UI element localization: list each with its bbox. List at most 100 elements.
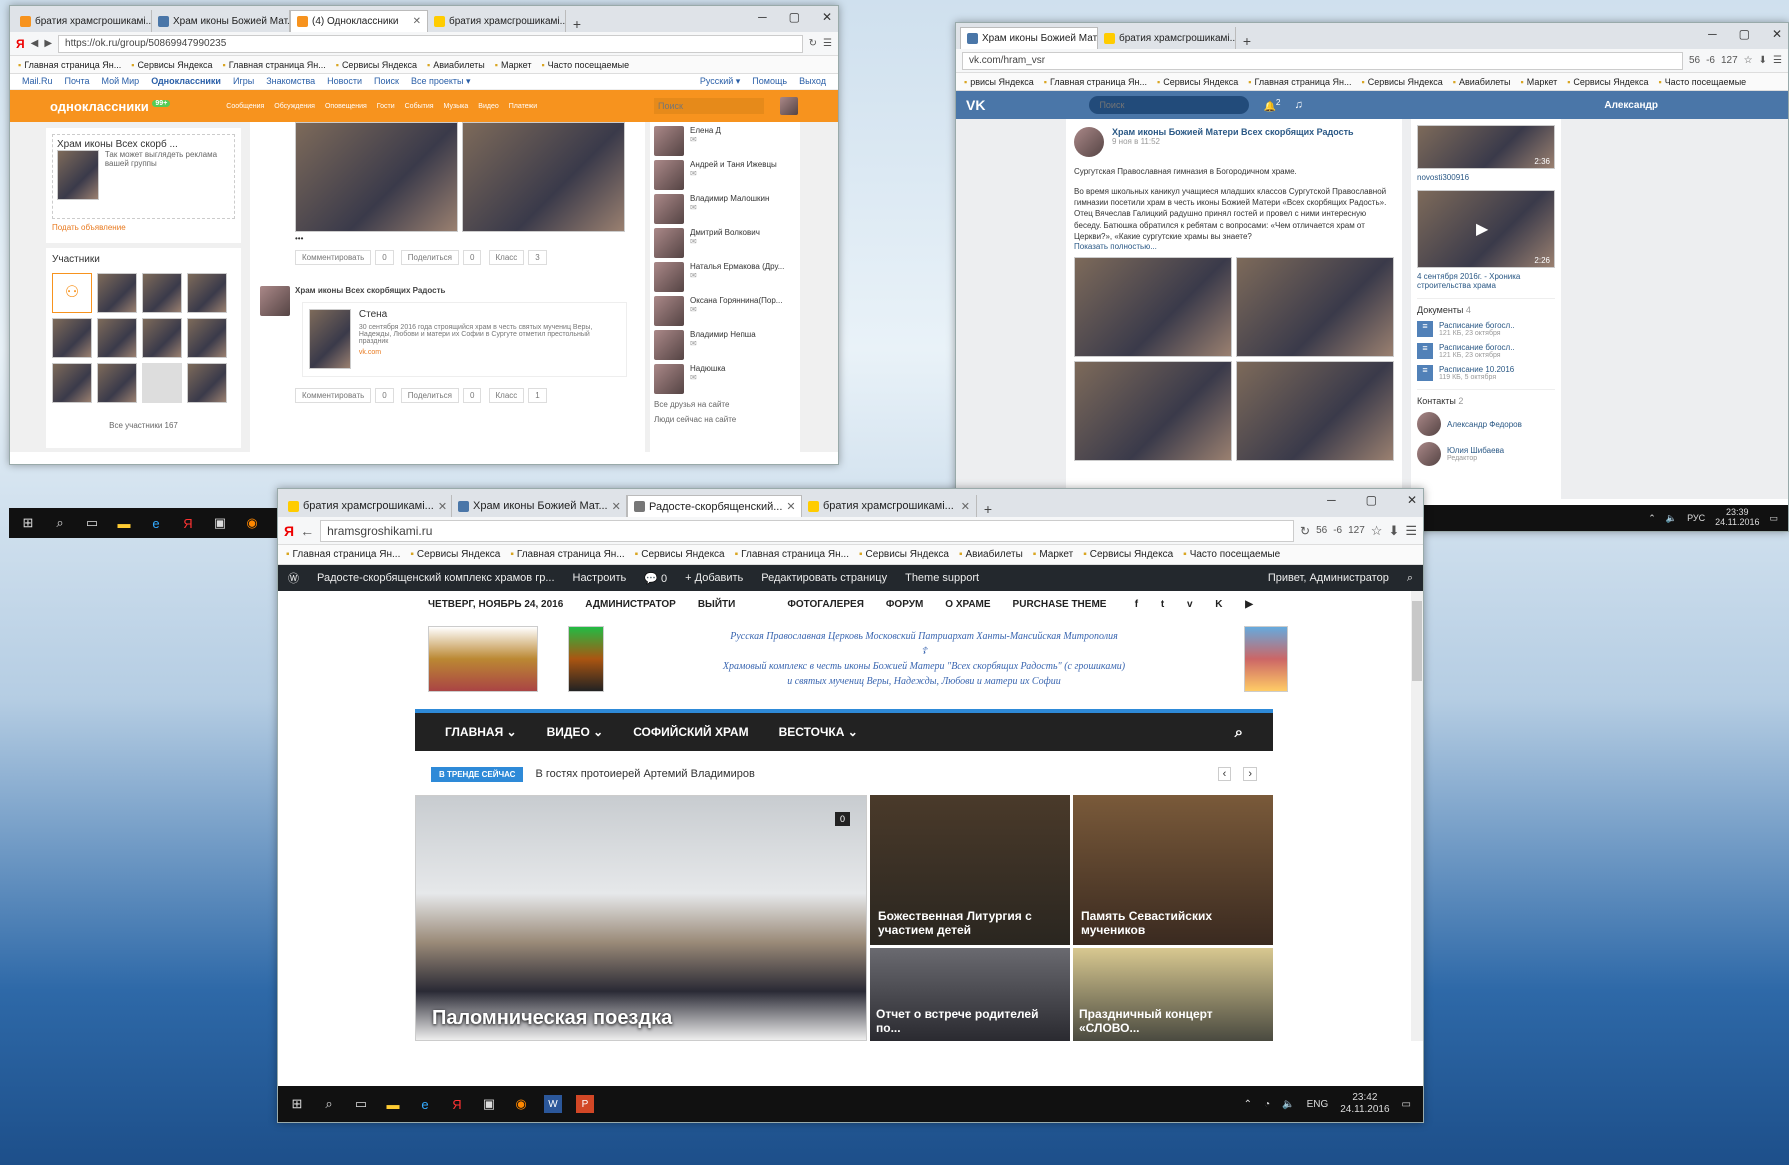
bookmark-item[interactable]: Авиабилеты [427,60,485,70]
notifications-counter[interactable]: 127 [1348,525,1365,536]
music-icon[interactable]: ♫ [1295,99,1303,111]
member-avatar[interactable] [142,318,182,358]
menu-messages[interactable]: Сообщения [226,103,264,110]
logout-link[interactable]: ВЫЙТИ [698,599,736,610]
task-view-icon[interactable]: ▭ [83,514,101,532]
bookmark-item[interactable]: Главная страница Ян... [1248,77,1351,87]
bookmark-item[interactable]: Авиабилеты [1453,77,1511,87]
close-tab-icon[interactable]: ✕ [786,500,795,513]
play-icon[interactable]: ▶ [1476,219,1488,239]
action-center-icon[interactable]: ▭ [1769,513,1778,524]
comment-button[interactable]: Комментировать [295,250,372,265]
member-avatar[interactable] [97,273,137,313]
minimize-icon[interactable]: ─ [1327,493,1336,507]
show-more-link[interactable]: Показать полностью... [1074,242,1394,251]
search-icon[interactable]: ⌕ [1407,572,1413,585]
edge-icon[interactable]: e [147,514,165,532]
nav-gallery[interactable]: ФОТОГАЛЕРЕЯ [787,599,864,610]
download-icon[interactable]: ⬇ [1388,523,1399,539]
nav-link[interactable]: Mail.Ru [22,76,53,87]
menu-icon[interactable]: ☰ [1773,55,1782,66]
scrollbar[interactable] [1411,591,1423,1041]
docs-title[interactable]: Документы [1417,305,1463,315]
bookmark-item[interactable]: Маркет [495,60,531,70]
tray-time[interactable]: 23:42 [1352,1092,1377,1103]
task-view-icon[interactable]: ▭ [352,1095,370,1113]
post-card-title[interactable]: Память Севастийских мучеников [1081,909,1265,937]
word-icon[interactable]: W [544,1095,562,1113]
bookmark-item[interactable]: Авиабилеты [959,549,1022,560]
post-card-title[interactable]: Божественная Литургия с участием детей [878,909,1062,937]
member-avatar[interactable] [97,318,137,358]
admin-user-link[interactable]: АДМИНИСТРАТОР [585,599,676,610]
bookmark-item[interactable]: Главная страница Ян... [223,60,326,70]
tab-ok-2[interactable]: Храм иконы Божией Мат...✕ [152,10,290,32]
menu-events[interactable]: События [405,103,434,110]
member-avatar[interactable] [187,273,227,313]
back-icon[interactable]: ◀ [31,38,39,49]
hero-post[interactable]: 0 Паломническая поездка [415,795,867,1041]
nav-sofia[interactable]: СОФИЙСКИЙ ХРАМ [633,725,748,739]
nav-news[interactable]: ВЕСТОЧКА ⌄ [779,725,858,739]
bookmark-item[interactable]: Сервисы Яндекса [635,549,724,560]
friend-name[interactable]: Надюшка [690,364,725,373]
menu-discussions[interactable]: Обсуждения [274,103,315,110]
wordpress-logo-icon[interactable]: Ⓦ [288,570,299,586]
post-card-title[interactable]: Праздничный концерт «СЛОВО... [1079,1007,1267,1035]
doc-name[interactable]: Расписание богосл.. [1439,343,1515,352]
video-title[interactable]: 4 сентября 2016г. - Хроника строительств… [1417,272,1555,290]
nav-home[interactable]: ГЛАВНАЯ ⌄ [445,725,517,739]
nav-link[interactable]: Игры [233,76,254,87]
prev-arrow-icon[interactable]: ‹ [1217,767,1232,781]
bookmark-item[interactable]: Часто посещаемые [1658,77,1747,87]
back-icon[interactable]: ← [300,523,314,539]
ad-title[interactable]: Храм иконы Всех скорб ... [57,139,230,150]
friends-all-link[interactable]: Все друзья на сайте [654,400,796,409]
close-window-icon[interactable]: ✕ [822,10,832,24]
nav-forum[interactable]: ФОРУМ [886,599,923,610]
video-title[interactable]: novosti300916 [1417,173,1555,182]
bookmark-item[interactable]: Часто посещаемые [541,60,630,70]
bell-icon[interactable]: 🔔2 [1263,97,1280,112]
menu-guests[interactable]: Гости [377,103,395,110]
friend-avatar[interactable] [654,126,684,156]
post-author[interactable]: Храм иконы Всех скорбящих Радость [295,286,445,295]
friend-name[interactable]: Дмитрий Волкович [690,228,760,237]
maximize-icon[interactable]: ▢ [789,10,800,24]
post-card[interactable]: Отчет о встрече родителей по... [870,948,1070,1041]
tray-date[interactable]: 24.11.2016 [1715,517,1759,527]
message-icon[interactable]: ✉ [690,305,782,314]
nav-link[interactable]: Почта [65,76,90,87]
social-icons[interactable]: f t v K ▶ [1135,599,1263,610]
minimize-icon[interactable]: ─ [758,10,767,24]
admin-customize[interactable]: Настроить [573,572,627,584]
post-photo[interactable] [295,122,458,232]
admin-comments[interactable]: 💬 0 [644,572,667,585]
friend-name[interactable]: Андрей и Таня Ижевцы [690,160,777,169]
friend-avatar[interactable] [654,296,684,326]
action-center-icon[interactable]: ▭ [1402,1099,1411,1110]
hero-title[interactable]: Паломническая поездка [432,1007,672,1030]
friend-name[interactable]: Наталья Ермакова (Дру... [690,262,784,271]
member-avatar[interactable] [187,318,227,358]
contact-name[interactable]: Юлия Шибаева [1447,446,1504,455]
contact-avatar[interactable] [1417,442,1441,466]
admin-add-new[interactable]: + Добавить [685,572,743,584]
message-icon[interactable]: ✉ [690,271,784,280]
message-icon[interactable]: ✉ [690,339,756,348]
friend-name[interactable]: Владимир Непша [690,330,756,339]
share-button[interactable]: Поделиться [400,250,459,265]
bookmark-item[interactable]: Сервисы Яндекса [859,549,949,560]
weather-counter[interactable]: -6 [1333,525,1342,536]
vk-logo[interactable]: VK [966,97,985,113]
message-icon[interactable]: ✉ [690,373,725,382]
nav-link[interactable]: Все проекты ▾ [411,76,471,87]
tab-vk-1[interactable]: Храм иконы Божией Мат...✕ [960,27,1098,49]
new-tab-button[interactable]: + [977,501,999,517]
bookmark-item[interactable]: Сервисы Яндекса [1083,549,1173,560]
bookmark-item[interactable]: Главная страница Ян... [18,60,121,70]
notifications-counter[interactable]: 127 [1721,55,1738,66]
tab-wp-4[interactable]: братия храмсгрошикамі... ✕ [802,495,977,517]
menu-icon[interactable]: ☰ [1405,523,1417,539]
mail-counter[interactable]: 56 [1689,55,1700,66]
